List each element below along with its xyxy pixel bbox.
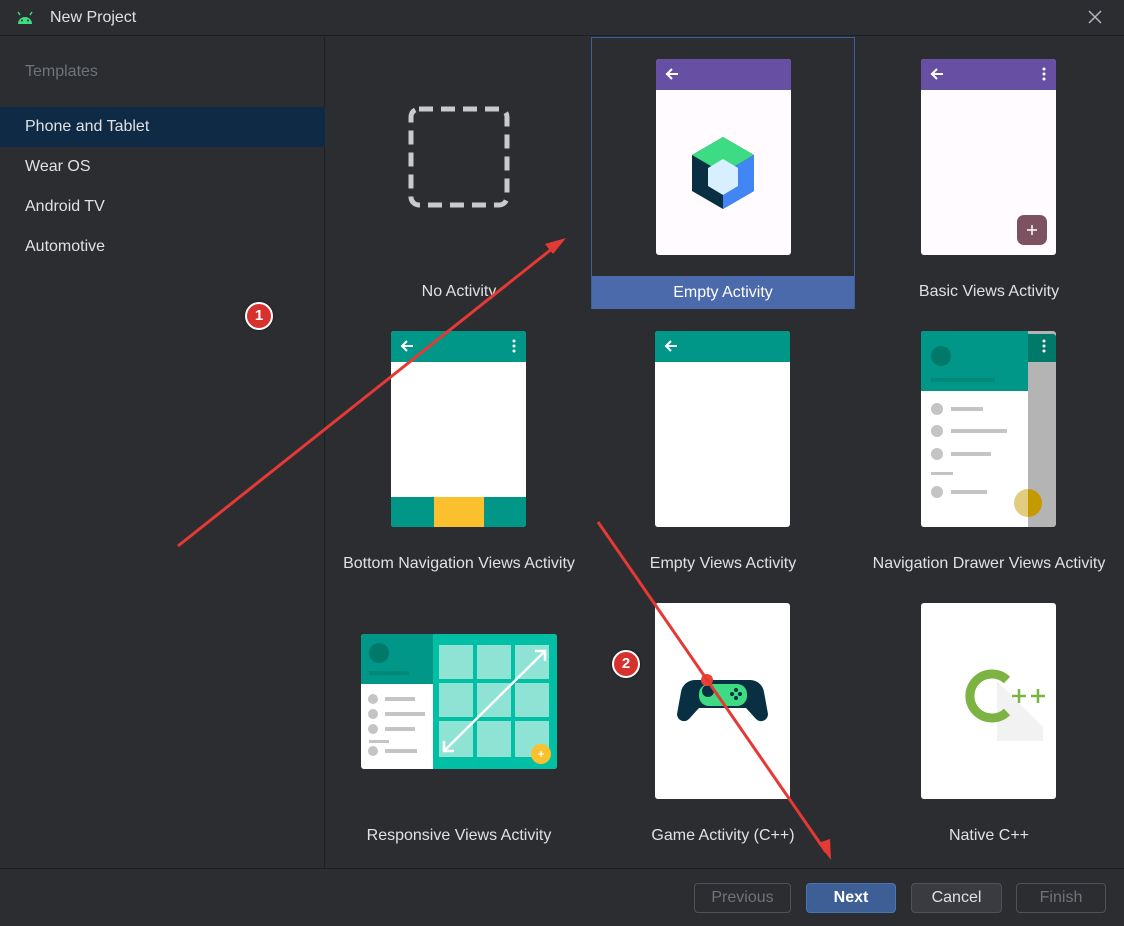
template-label: Responsive Views Activity: [366, 827, 552, 844]
template-bottom-navigation-views-activity[interactable]: Bottom Navigation Views Activity: [327, 309, 591, 581]
template-native-cpp[interactable]: Native C++: [857, 581, 1121, 853]
template-empty-activity[interactable]: Empty Activity: [591, 37, 855, 309]
phone-empty-icon: [655, 331, 790, 527]
template-label: Game Activity (C++): [651, 827, 795, 844]
finish-button[interactable]: Finish: [1016, 883, 1106, 913]
sidebar-item-label: Wear OS: [25, 158, 91, 175]
annotation-badge-1: 1: [245, 302, 273, 330]
gamepad-icon: [655, 603, 790, 799]
compose-logo-icon: [656, 59, 791, 255]
template-label: No Activity: [421, 283, 497, 300]
template-label: Bottom Navigation Views Activity: [343, 555, 575, 572]
template-responsive-views-activity[interactable]: Responsive Views Activity: [327, 581, 591, 853]
sidebar-item-phone-and-tablet[interactable]: Phone and Tablet: [0, 107, 325, 147]
phone-bottom-nav-icon: [391, 331, 526, 527]
template-no-activity[interactable]: No Activity: [327, 37, 591, 309]
dashed-square-icon: [408, 106, 510, 208]
sidebar-item-label: Phone and Tablet: [25, 118, 150, 135]
template-basic-views-activity[interactable]: Basic Views Activity: [857, 37, 1121, 309]
title-bar: New Project: [0, 0, 1124, 36]
sidebar-item-label: Automotive: [25, 238, 106, 255]
template-label: Navigation Drawer Views Activity: [872, 555, 1106, 572]
template-game-activity-cpp[interactable]: Game Activity (C++): [591, 581, 855, 853]
sidebar-heading: Templates: [25, 63, 98, 80]
window-title: New Project: [50, 9, 137, 26]
sidebar-item-automotive[interactable]: Automotive: [0, 227, 325, 267]
cpp-logo-icon: [921, 603, 1056, 799]
close-icon[interactable]: [1086, 8, 1104, 26]
template-navigation-drawer-views-activity[interactable]: Navigation Drawer Views Activity: [857, 309, 1121, 581]
tablet-grid-icon: [361, 634, 557, 769]
phone-fab-icon: [921, 59, 1056, 255]
dialog-footer: Previous Next Cancel Finish: [0, 868, 1124, 926]
template-label: Basic Views Activity: [918, 283, 1060, 300]
sidebar-item-android-tv[interactable]: Android TV: [0, 187, 325, 227]
template-label: Empty Views Activity: [649, 555, 797, 572]
template-label: Native C++: [948, 827, 1030, 844]
phone-drawer-icon: [921, 331, 1056, 527]
cancel-button[interactable]: Cancel: [911, 883, 1002, 913]
template-label: Empty Activity: [592, 276, 854, 309]
android-icon: [17, 11, 33, 24]
annotation-badge-2: 2: [612, 650, 640, 678]
previous-button[interactable]: Previous: [694, 883, 791, 913]
templates-sidebar: Templates Phone and Tablet Wear OS Andro…: [0, 37, 325, 868]
template-empty-views-activity[interactable]: Empty Views Activity: [591, 309, 855, 581]
next-button[interactable]: Next: [806, 883, 896, 913]
sidebar-item-label: Android TV: [25, 198, 105, 215]
template-gallery: No Activity Empty Activity Basic Views A…: [326, 37, 1124, 868]
sidebar-item-wear-os[interactable]: Wear OS: [0, 147, 325, 187]
